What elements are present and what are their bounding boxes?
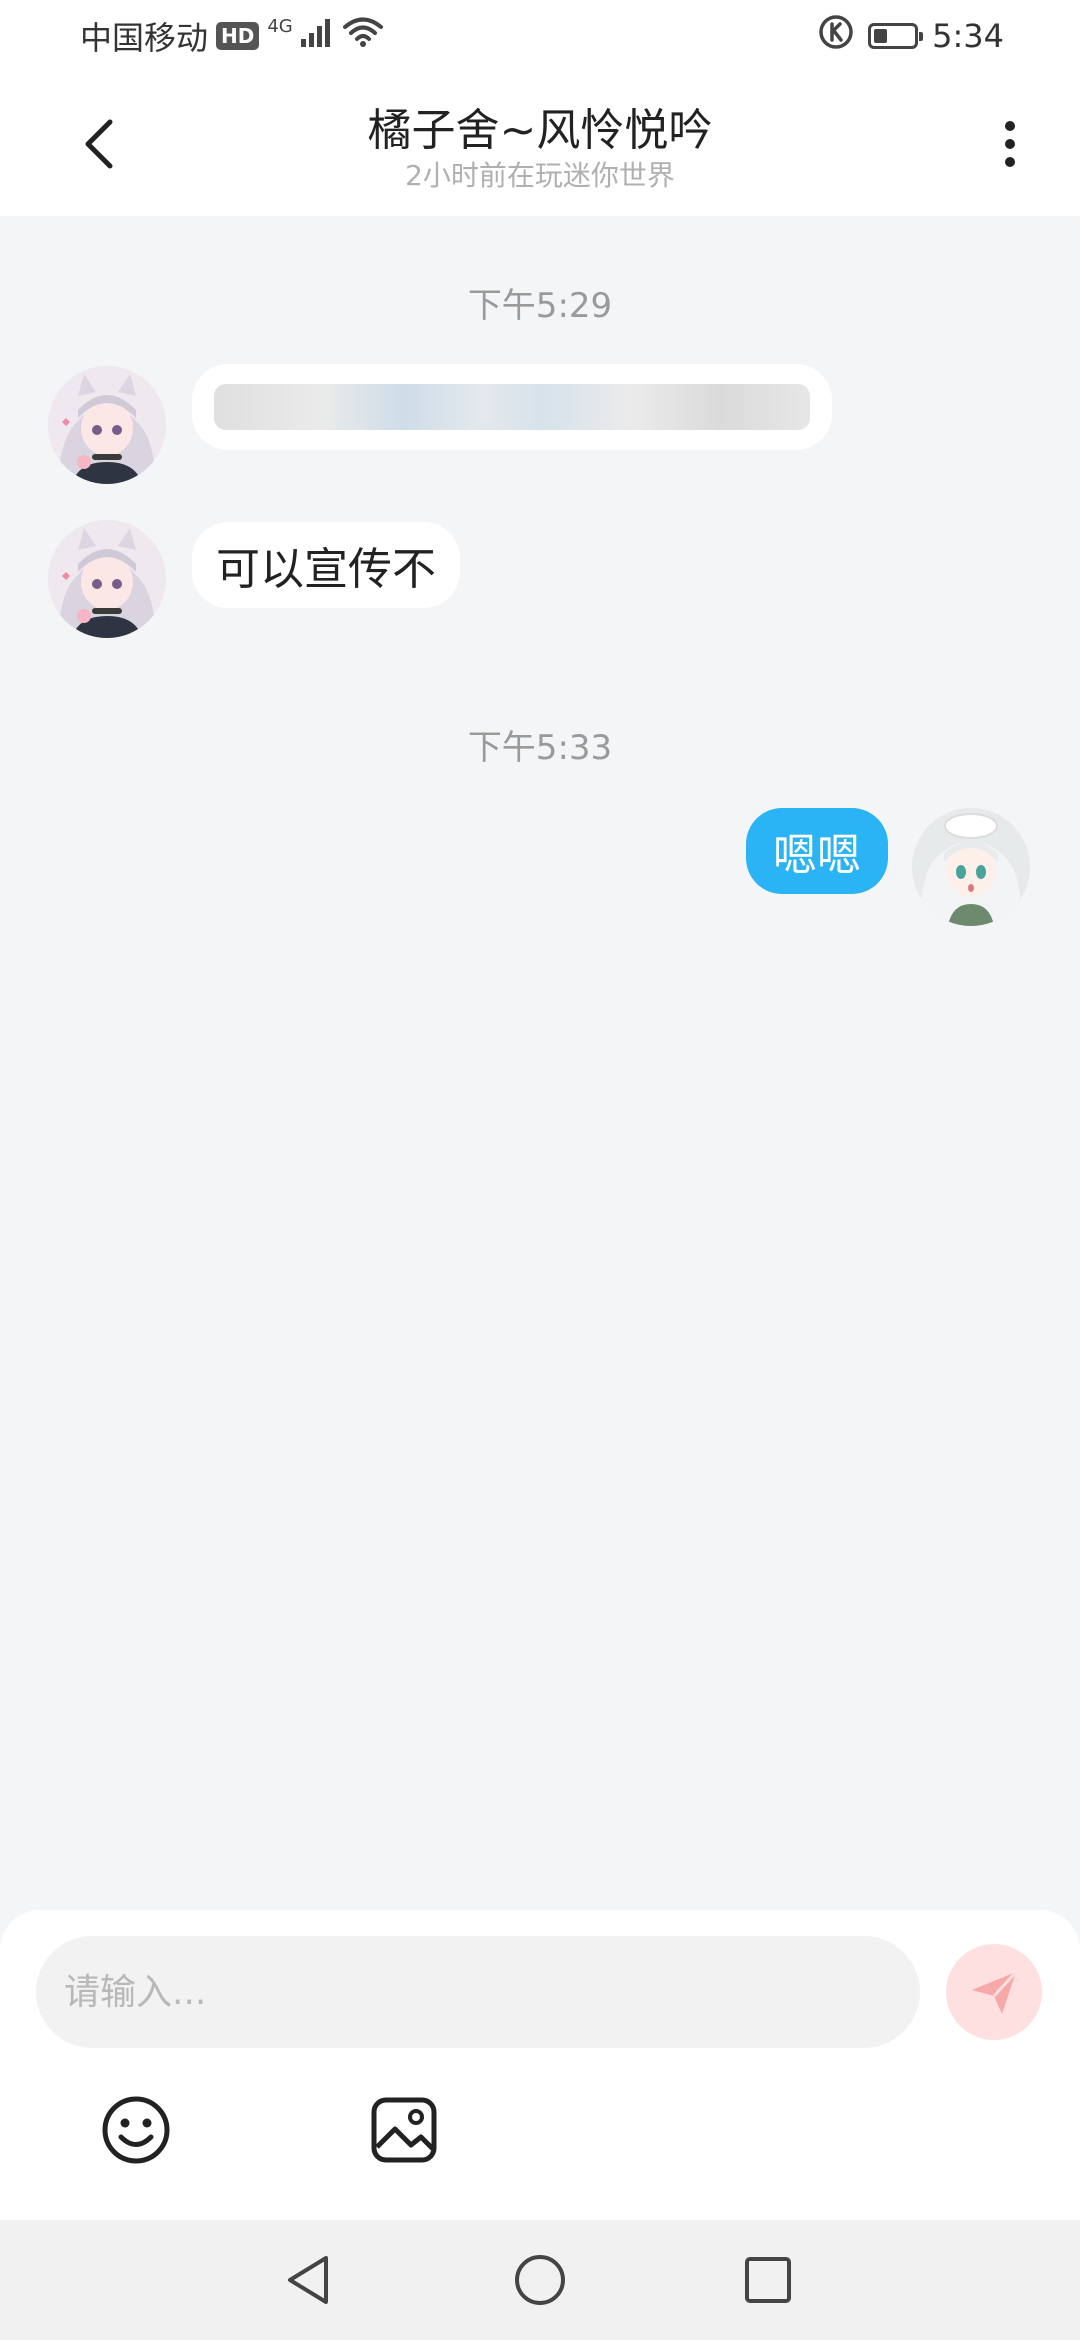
circle-home-icon — [515, 2255, 565, 2305]
system-nav-bar — [0, 2220, 1080, 2340]
nav-home-button[interactable] — [500, 2240, 580, 2320]
my-avatar[interactable] — [912, 808, 1030, 926]
nav-recents-button[interactable] — [728, 2240, 808, 2320]
triangle-back-icon — [288, 2256, 328, 2304]
status-left: 中国移动 HD 4G — [80, 14, 383, 58]
more-vertical-icon-dot — [1005, 157, 1015, 167]
status-right: 5:34 — [818, 14, 1004, 58]
message-bubble-incoming[interactable]: 可以宣传不 — [192, 522, 460, 608]
signal-icon — [300, 17, 335, 55]
chat-messages[interactable]: 下午5:29 可以宣传不 下午5:33 嗯嗯 — [0, 216, 1080, 1910]
image-icon — [371, 2097, 437, 2163]
status-bar: 中国移动 HD 4G 5:34 — [0, 0, 1080, 72]
more-options-button[interactable] — [980, 108, 1040, 180]
battery-fill — [874, 29, 888, 43]
hd-badge: HD — [216, 22, 260, 50]
network-type: 4G — [267, 16, 293, 37]
timestamp-1: 下午5:29 — [467, 286, 613, 326]
redacted-content — [214, 384, 810, 430]
data-saver-icon — [818, 14, 854, 58]
paper-plane-icon — [972, 1970, 1018, 2014]
status-time: 5:34 — [932, 17, 1004, 55]
timestamp-2: 下午5:33 — [467, 728, 613, 768]
more-vertical-icon-dot — [1005, 139, 1015, 149]
square-recents-icon — [745, 2257, 791, 2303]
more-vertical-icon-dot — [1005, 121, 1015, 131]
message-input[interactable] — [36, 1936, 920, 2048]
chat-subtitle: 2小时前在玩迷你世界 — [405, 159, 675, 192]
contact-avatar[interactable] — [48, 366, 166, 484]
chat-title: 橘子舍~风怜悦吟 — [367, 105, 713, 156]
message-bubble-redacted[interactable] — [192, 364, 832, 450]
emoji-button[interactable] — [96, 2090, 176, 2170]
chat-header: 橘子舍~风怜悦吟 2小时前在玩迷你世界 — [0, 72, 1080, 216]
wifi-icon — [342, 16, 383, 56]
message-bubble-outgoing[interactable]: 嗯嗯 — [746, 808, 888, 894]
image-button[interactable] — [364, 2090, 444, 2170]
send-button[interactable] — [946, 1944, 1042, 2040]
smiley-icon — [102, 2096, 170, 2164]
nav-back-button[interactable] — [268, 2240, 348, 2320]
battery-icon — [868, 23, 924, 49]
input-panel — [0, 1910, 1080, 2220]
carrier-label: 中国移动 — [80, 19, 209, 57]
contact-avatar[interactable] — [48, 520, 166, 638]
